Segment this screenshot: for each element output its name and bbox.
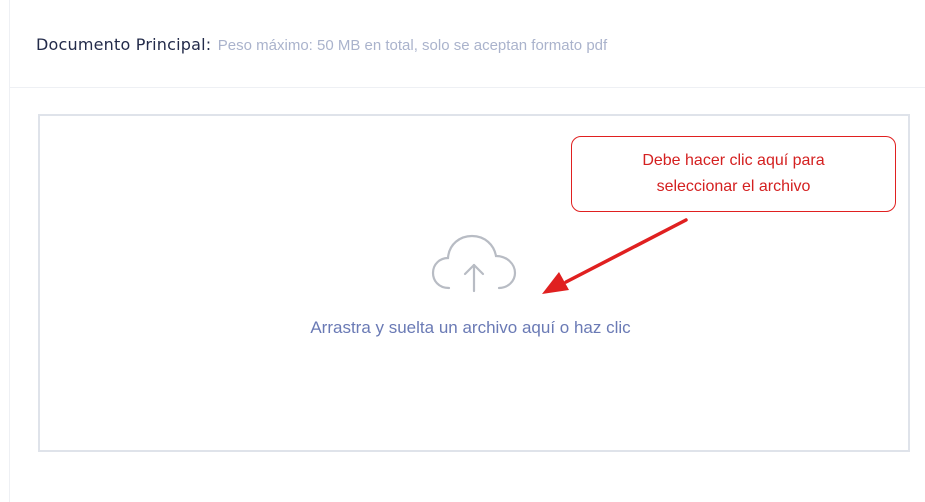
header-text: Documento Principal: Peso máximo: 50 MB …	[36, 35, 607, 55]
card-header: Documento Principal: Peso máximo: 50 MB …	[10, 0, 925, 88]
dropzone-instruction[interactable]: Arrastra y suelta un archivo aquí o haz …	[0, 318, 925, 338]
annotation-callout: Debe hacer clic aquí para seleccionar el…	[571, 136, 896, 212]
annotation-line-2: seleccionar el archivo	[656, 178, 811, 195]
document-title: Documento Principal:	[36, 35, 212, 54]
cloud-upload-icon[interactable]	[431, 232, 517, 294]
upload-hint: Peso máximo: 50 MB en total, solo se ace…	[217, 37, 608, 54]
annotation-line-1: Debe hacer clic aquí para	[642, 152, 825, 169]
dropzone-instruction-text[interactable]: Arrastra y suelta un archivo aquí o haz …	[310, 318, 630, 337]
annotation-text: Debe hacer clic aquí para seleccionar el…	[642, 148, 824, 200]
